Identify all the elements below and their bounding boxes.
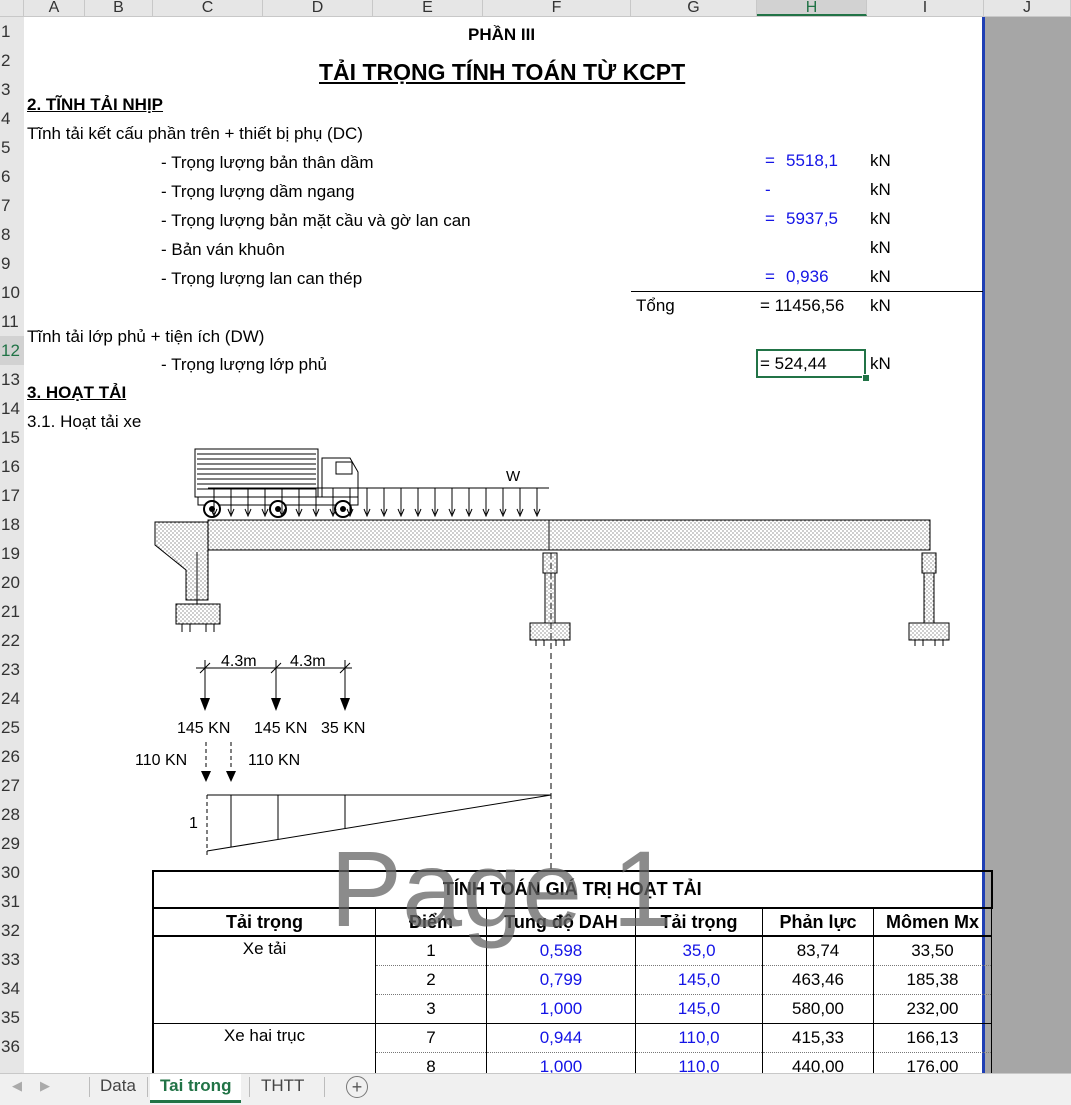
load-cell[interactable]: 110,0: [635, 1023, 763, 1053]
w-label: W: [506, 468, 521, 485]
tab-separator: [324, 1077, 325, 1097]
row-header[interactable]: 36: [0, 1032, 24, 1061]
table-header: Mômen Mx: [873, 907, 992, 937]
ordinate-label: 1: [189, 815, 198, 832]
tab-data[interactable]: Data: [90, 1074, 146, 1100]
row-header[interactable]: 32: [0, 916, 24, 945]
point-cell[interactable]: 2: [375, 965, 487, 995]
truck-icon: [194, 448, 359, 518]
moment-cell[interactable]: 232,00: [873, 994, 992, 1024]
tandem-load-label: 110 KN: [135, 752, 187, 769]
reaction-cell[interactable]: 83,74: [762, 936, 874, 966]
tab-separator: [249, 1077, 250, 1097]
add-sheet-button[interactable]: +: [346, 1076, 368, 1098]
tandem-load-label: 110 KN: [248, 752, 300, 769]
tab-thtt[interactable]: THTT: [251, 1074, 314, 1100]
table-header: Phản lực: [762, 907, 874, 937]
moment-cell[interactable]: 185,38: [873, 965, 992, 995]
row-header[interactable]: 35: [0, 1003, 24, 1032]
dah-cell[interactable]: 0,944: [486, 1023, 636, 1053]
table-row: Xe hai trục 7 0,944 110,0 415,33 166,13: [152, 1023, 992, 1082]
load-cell[interactable]: 145,0: [635, 994, 763, 1024]
bridge-load-diagram: W 4.3m 4.3m 145 KN 145 KN 35 KN 110 KN 1…: [135, 448, 950, 870]
prev-sheet-icon[interactable]: ◀: [12, 1078, 22, 1094]
axle-load-label: 35 KN: [321, 720, 365, 737]
page-watermark: Page 1: [330, 828, 673, 949]
load-cell[interactable]: 145,0: [635, 965, 763, 995]
tab-tai-trong[interactable]: Tai trong: [150, 1074, 242, 1103]
moment-cell[interactable]: 33,50: [873, 936, 992, 966]
spacing-label: 4.3m: [290, 653, 326, 670]
tab-separator: [147, 1077, 148, 1097]
moment-cell[interactable]: 166,13: [873, 1023, 992, 1053]
dah-cell[interactable]: 0,799: [486, 965, 636, 995]
row-header[interactable]: 31: [0, 887, 24, 916]
reaction-cell[interactable]: 415,33: [762, 1023, 874, 1053]
axle-load-label: 145 KN: [254, 720, 307, 737]
sheet-tab-bar: ◀ ▶ Data Tai trong THTT +: [0, 1073, 1071, 1105]
row-header[interactable]: 34: [0, 974, 24, 1003]
dah-cell[interactable]: 1,000: [486, 994, 636, 1024]
axle-load-label: 145 KN: [177, 720, 230, 737]
point-cell[interactable]: 7: [375, 1023, 487, 1053]
next-sheet-icon[interactable]: ▶: [40, 1078, 50, 1094]
reaction-cell[interactable]: 580,00: [762, 994, 874, 1024]
reaction-cell[interactable]: 463,46: [762, 965, 874, 995]
spacing-label: 4.3m: [221, 653, 257, 670]
row-header[interactable]: 33: [0, 945, 24, 974]
point-cell[interactable]: 3: [375, 994, 487, 1024]
